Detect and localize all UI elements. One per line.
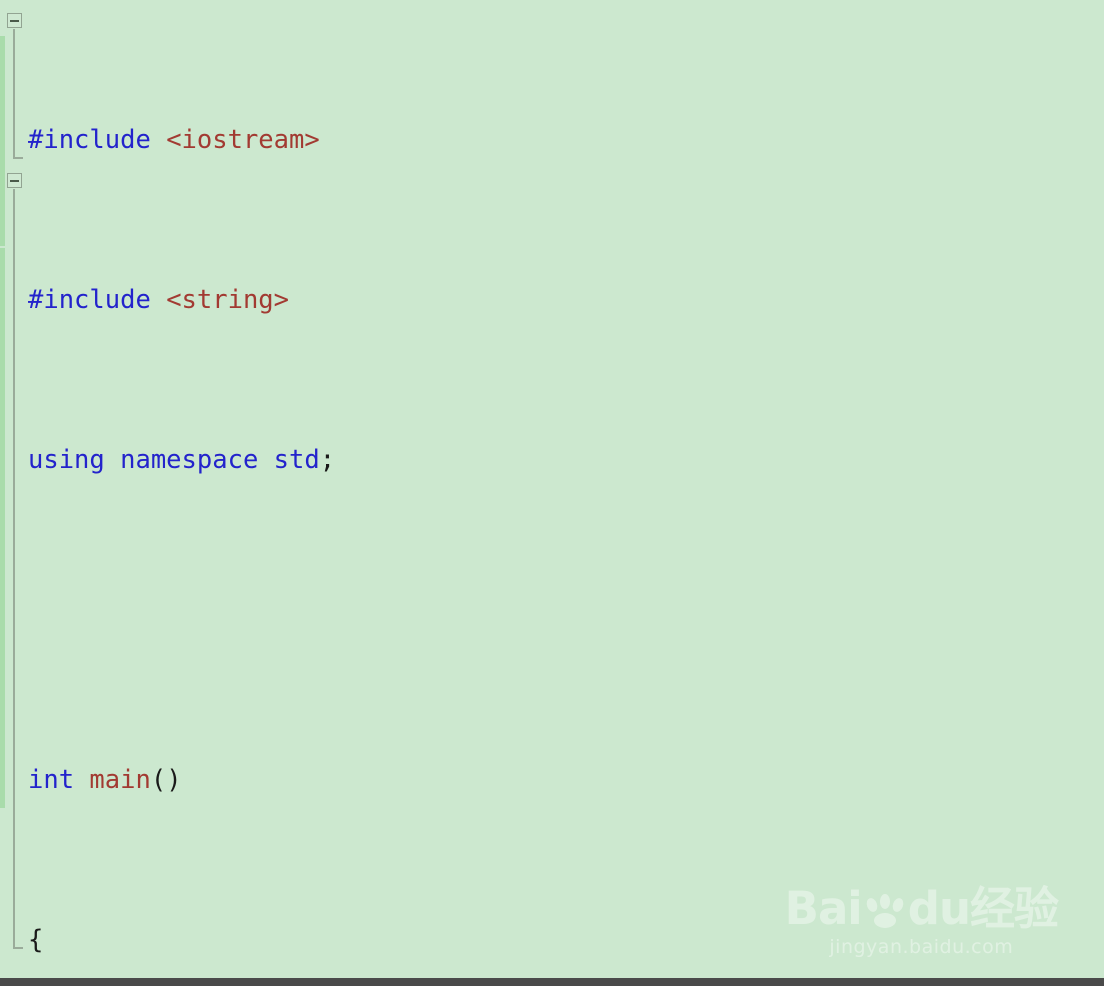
token-namespace: namespace	[120, 445, 259, 475]
code-line-5: int main()	[28, 765, 182, 795]
collapse-toggle-main[interactable]	[7, 173, 22, 188]
bottom-chrome-bar	[0, 978, 1104, 986]
code-text-area[interactable]: #include <iostream> #include <string> us…	[28, 0, 888, 986]
token-include-directive-1: #include	[28, 125, 151, 155]
token-using: using	[28, 445, 105, 475]
token-include-header-1: <iostream>	[166, 125, 320, 155]
outline-guide-foot-main	[13, 947, 23, 949]
watermark-suffix: 经验	[969, 882, 1059, 935]
token-open-brace-main: {	[28, 925, 44, 955]
outline-guide-foot-includes	[13, 157, 23, 159]
code-line-2: #include <string>	[28, 280, 888, 320]
token-include-header-2: <string>	[166, 285, 290, 315]
code-line-4-blank	[28, 600, 888, 640]
outline-guide-main	[13, 189, 15, 949]
code-line-1: #include <iostream>	[28, 120, 888, 160]
code-line-6: {	[28, 920, 888, 960]
token-main: main	[89, 765, 151, 795]
code-editor[interactable]: #include <iostream> #include <string> us…	[0, 0, 1104, 986]
collapse-toggle-includes[interactable]	[7, 13, 22, 28]
token-std: std	[273, 445, 320, 475]
watermark-brand-tail: du	[907, 882, 971, 935]
token-include-directive-2: #include	[28, 285, 151, 315]
code-line-3: using namespace std;	[28, 445, 336, 475]
token-int: int	[28, 765, 75, 795]
outline-guide-includes	[13, 29, 15, 159]
outlining-margin[interactable]	[0, 0, 28, 986]
